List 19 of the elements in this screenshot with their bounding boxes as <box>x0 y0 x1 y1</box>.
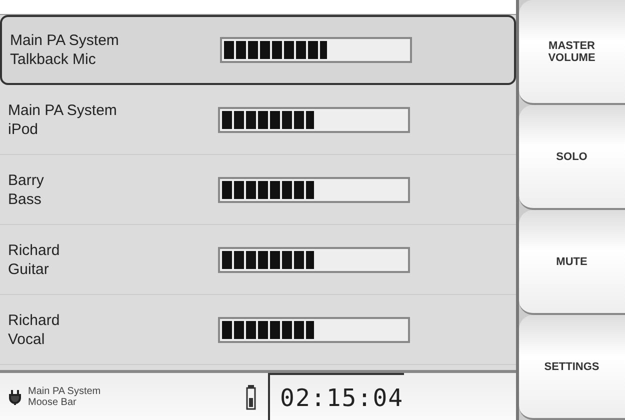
venue-name: Moose Bar <box>28 396 78 408</box>
channel-row[interactable]: Barry Bass <box>0 155 516 225</box>
side-button[interactable]: SETTINGS <box>518 315 625 420</box>
system-name: Main PA System <box>28 386 102 396</box>
channel-row[interactable]: Richard Vocal <box>0 295 516 365</box>
channel-name: Richard Guitar <box>8 240 61 278</box>
channel-row[interactable]: Richard Guitar <box>0 225 516 295</box>
channel-name: Barry Bass <box>8 170 45 208</box>
side-button[interactable]: MASTER VOLUME <box>518 0 625 105</box>
channel-name: Main PA System iPod <box>8 100 118 138</box>
channel-row[interactable]: Main PA System Talkback Mic <box>0 15 516 85</box>
plug-icon <box>8 388 22 404</box>
battery-icon <box>246 384 256 410</box>
channel-name: Main PA System Talkback Mic <box>10 31 120 69</box>
channel-name: Richard Vocal <box>8 310 61 348</box>
clock-time: 02:15:04 <box>280 384 404 412</box>
channel-row[interactable]: Main PA System iPod <box>0 85 516 155</box>
side-button[interactable]: MUTE <box>518 210 625 315</box>
side-button[interactable]: SOLO <box>518 105 625 210</box>
